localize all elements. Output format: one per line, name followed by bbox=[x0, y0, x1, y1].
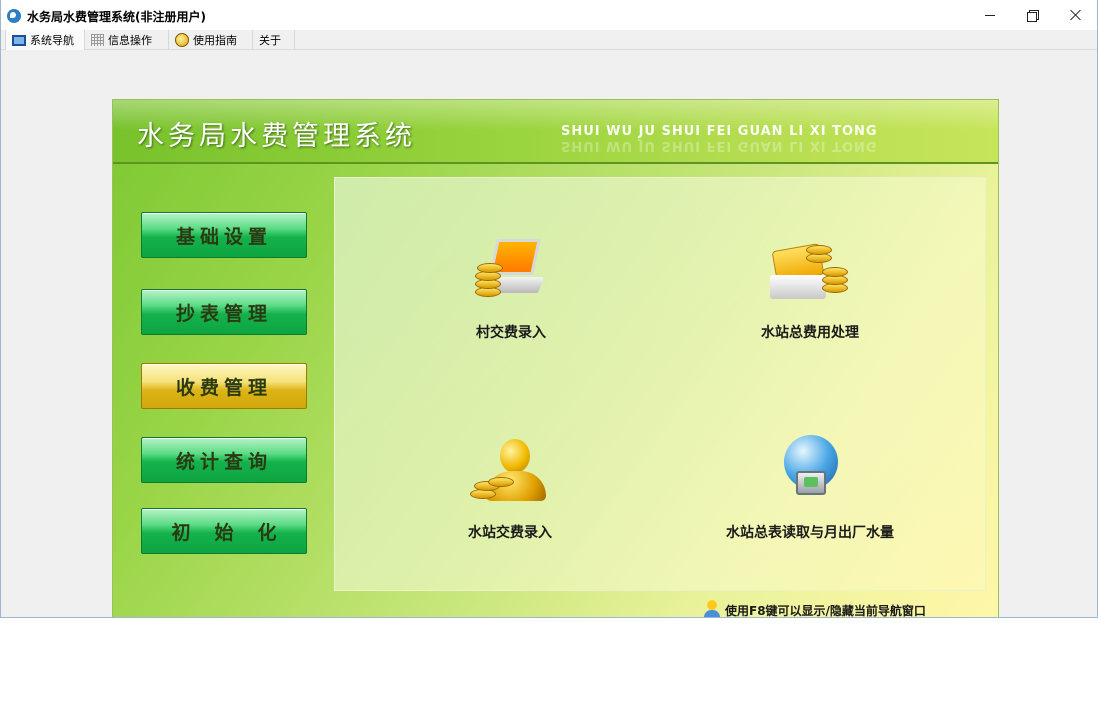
close-icon bbox=[1070, 9, 1082, 21]
minimize-button[interactable] bbox=[967, 0, 1013, 30]
close-button[interactable] bbox=[1053, 0, 1097, 30]
restore-button[interactable] bbox=[1009, 0, 1055, 30]
f8-hint: 使用F8键可以显示/隐藏当前导航窗口 bbox=[703, 600, 926, 618]
gold-person-icon bbox=[470, 433, 556, 513]
title-bar: 水务局水费管理系统(非注册用户) bbox=[1, 0, 1097, 30]
function-village-payment[interactable]: 村交费录入 bbox=[411, 233, 611, 343]
nav-button-fee-management[interactable]: 收费管理 bbox=[141, 363, 307, 409]
globe-device-icon bbox=[776, 433, 848, 513]
menu-label: 信息操作 bbox=[108, 34, 152, 47]
function-area: 村交费录入 水站总费用处理 水站交费录入 水站总表读取与月出厂水量 bbox=[334, 177, 986, 591]
function-station-payment[interactable]: 水站交费录入 bbox=[410, 433, 610, 543]
nav-button-basic-settings[interactable]: 基础设置 bbox=[141, 212, 307, 258]
menu-label: 系统导航 bbox=[30, 34, 74, 47]
hint-text: 使用F8键可以显示/隐藏当前导航窗口 bbox=[725, 603, 926, 618]
menu-user-guide[interactable]: 使用指南 bbox=[169, 30, 253, 50]
panel-subtitle-reflection: SHUI WU JU SHUI FEI GUAN LI XI TONG bbox=[561, 138, 878, 153]
function-label: 村交费录入 bbox=[476, 325, 546, 341]
app-logo-icon bbox=[7, 9, 21, 23]
nav-button-statistics[interactable]: 统计查询 bbox=[141, 437, 307, 483]
function-label: 水站总费用处理 bbox=[761, 325, 859, 341]
function-label: 水站交费录入 bbox=[468, 525, 552, 541]
panel-subtitle: SHUI WU JU SHUI FEI GUAN LI XI TONG bbox=[561, 124, 878, 139]
user-icon bbox=[703, 600, 721, 617]
nav-button-meter-reading[interactable]: 抄表管理 bbox=[141, 289, 307, 335]
navigation-panel: 水务局水费管理系统 SHUI WU JU SHUI FEI GUAN LI XI… bbox=[112, 99, 999, 618]
menu-bar: 系统导航 信息操作 使用指南 关于 bbox=[1, 30, 1097, 50]
panel-header: 水务局水费管理系统 SHUI WU JU SHUI FEI GUAN LI XI… bbox=[113, 100, 998, 164]
app-window: 水务局水费管理系统(非注册用户) 系统导航 信息操作 使用指南 关于 水务局水费… bbox=[0, 0, 1098, 618]
menu-label: 使用指南 bbox=[193, 34, 237, 47]
menu-about[interactable]: 关于 bbox=[253, 30, 295, 50]
menu-system-nav[interactable]: 系统导航 bbox=[5, 30, 85, 50]
guide-icon bbox=[175, 33, 189, 47]
menu-label: 关于 bbox=[259, 34, 281, 47]
panel-title: 水务局水费管理系统 bbox=[137, 121, 416, 152]
grid-icon bbox=[91, 34, 104, 46]
card-coins-icon bbox=[766, 239, 852, 309]
window-title: 水务局水费管理系统(非注册用户) bbox=[27, 10, 206, 24]
menu-info-operation[interactable]: 信息操作 bbox=[85, 30, 169, 50]
function-station-total-fee[interactable]: 水站总费用处理 bbox=[710, 233, 910, 343]
nav-button-initialize[interactable]: 初始化 bbox=[141, 508, 307, 554]
restore-icon bbox=[1027, 10, 1039, 22]
laptop-coins-icon bbox=[475, 239, 547, 309]
monitor-icon bbox=[12, 34, 26, 46]
function-station-meter-reading[interactable]: 水站总表读取与月出厂水量 bbox=[710, 433, 910, 543]
function-label: 水站总表读取与月出厂水量 bbox=[726, 525, 894, 541]
minimize-icon bbox=[985, 14, 995, 16]
